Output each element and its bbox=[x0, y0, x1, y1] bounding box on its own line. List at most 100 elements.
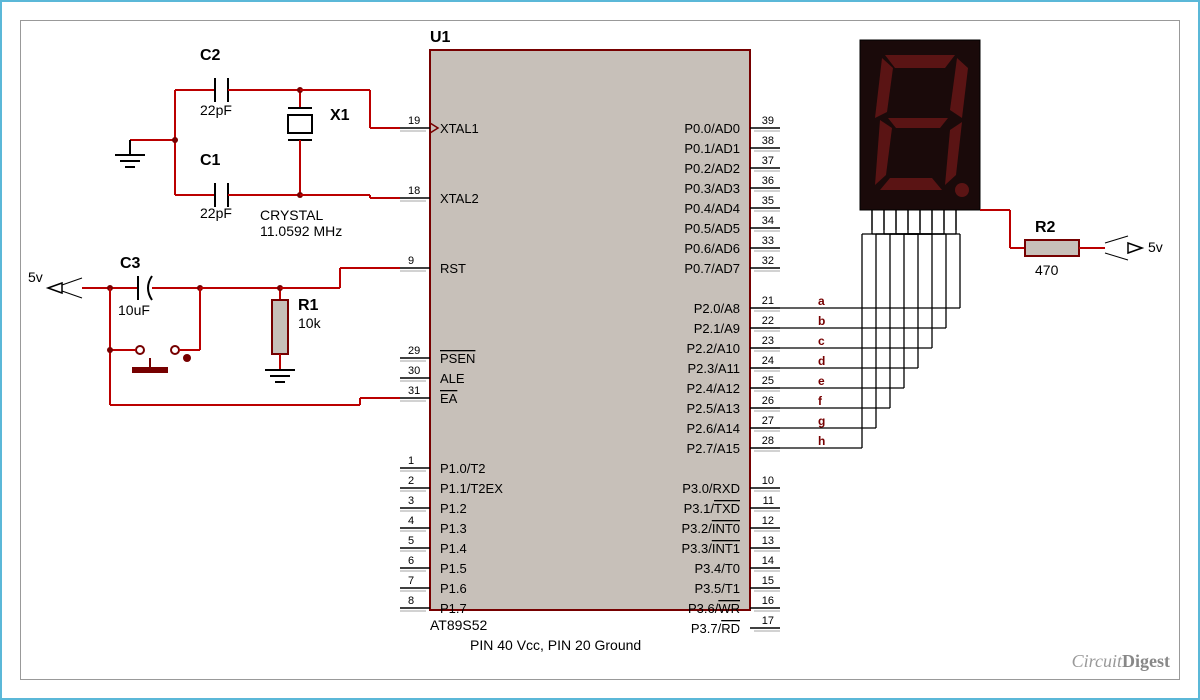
svg-text:33: 33 bbox=[762, 235, 774, 247]
svg-text:P2.4/A12: P2.4/A12 bbox=[687, 381, 741, 396]
svg-text:9: 9 bbox=[408, 255, 414, 267]
svg-text:P1.2: P1.2 bbox=[440, 501, 467, 516]
u1-part: AT89S52 bbox=[430, 617, 488, 633]
svg-text:P3.5/T1: P3.5/T1 bbox=[694, 581, 740, 596]
svg-text:PSEN: PSEN bbox=[440, 351, 475, 366]
svg-text:a: a bbox=[818, 294, 825, 308]
oscillator-network: C2 22pF C1 22pF X1 CRYSTAL 11.0592 MHz bbox=[115, 47, 400, 239]
x1-val1: CRYSTAL bbox=[260, 207, 323, 223]
svg-text:19: 19 bbox=[408, 115, 420, 127]
svg-text:39: 39 bbox=[762, 115, 774, 127]
c3-ref: C3 bbox=[120, 255, 141, 272]
x1-val2: 11.0592 MHz bbox=[260, 223, 342, 239]
svg-text:32: 32 bbox=[762, 255, 774, 267]
svg-text:24: 24 bbox=[762, 355, 774, 367]
svg-text:P0.4/AD4: P0.4/AD4 bbox=[684, 201, 740, 216]
svg-text:P2.7/A15: P2.7/A15 bbox=[687, 441, 741, 456]
svg-text:ALE: ALE bbox=[440, 371, 465, 386]
c2-val: 22pF bbox=[200, 102, 232, 118]
reset-network: 5v C3 10uF R1 10k bbox=[28, 255, 400, 405]
svg-text:3: 3 bbox=[408, 495, 414, 507]
svg-text:P0.1/AD1: P0.1/AD1 bbox=[684, 141, 740, 156]
power-5v-right-icon bbox=[1105, 236, 1142, 260]
svg-text:d: d bbox=[818, 354, 825, 368]
svg-text:25: 25 bbox=[762, 375, 774, 387]
svg-text:16: 16 bbox=[762, 595, 774, 607]
svg-text:37: 37 bbox=[762, 155, 774, 167]
svg-text:e: e bbox=[818, 374, 825, 388]
svg-text:10: 10 bbox=[762, 475, 774, 487]
svg-text:23: 23 bbox=[762, 335, 774, 347]
power-5v-left-icon bbox=[48, 278, 82, 298]
svg-text:P0.7/AD7: P0.7/AD7 bbox=[684, 261, 740, 276]
svg-text:P0.5/AD5: P0.5/AD5 bbox=[684, 221, 740, 236]
c1-ref: C1 bbox=[200, 152, 221, 169]
svg-text:b: b bbox=[818, 314, 825, 328]
ground-icon bbox=[115, 140, 145, 167]
segment-bus-wires: abcdefgh bbox=[780, 230, 960, 448]
svg-text:P1.0/T2: P1.0/T2 bbox=[440, 461, 486, 476]
svg-text:P0.2/AD2: P0.2/AD2 bbox=[684, 161, 740, 176]
display-power-network: R2 470 5v bbox=[980, 210, 1163, 278]
svg-text:14: 14 bbox=[762, 555, 774, 567]
schematic-canvas: U1 AT89S52 PIN 40 Vcc, PIN 20 Ground 19X… bbox=[0, 0, 1200, 700]
svg-text:h: h bbox=[818, 434, 825, 448]
svg-text:1: 1 bbox=[408, 455, 414, 467]
svg-text:P0.3/AD3: P0.3/AD3 bbox=[684, 181, 740, 196]
svg-text:P3.3/INT1: P3.3/INT1 bbox=[681, 541, 740, 556]
svg-text:P3.0/RXD: P3.0/RXD bbox=[682, 481, 740, 496]
svg-text:P1.1/T2EX: P1.1/T2EX bbox=[440, 481, 503, 496]
svg-text:7: 7 bbox=[408, 575, 414, 587]
u1-ref: U1 bbox=[430, 29, 451, 46]
svg-text:2: 2 bbox=[408, 475, 414, 487]
c1-val: 22pF bbox=[200, 205, 232, 221]
power-5v-right-label: 5v bbox=[1148, 239, 1163, 255]
svg-text:4: 4 bbox=[408, 515, 414, 527]
power-5v-left-label: 5v bbox=[28, 269, 43, 285]
svg-text:P0.6/AD6: P0.6/AD6 bbox=[684, 241, 740, 256]
svg-text:P1.6: P1.6 bbox=[440, 581, 467, 596]
svg-text:P3.4/T0: P3.4/T0 bbox=[694, 561, 740, 576]
r2-ref: R2 bbox=[1035, 219, 1056, 236]
svg-text:15: 15 bbox=[762, 575, 774, 587]
ground-icon bbox=[265, 370, 295, 382]
svg-text:38: 38 bbox=[762, 135, 774, 147]
svg-text:5: 5 bbox=[408, 535, 414, 547]
r1-val: 10k bbox=[298, 315, 322, 331]
svg-text:XTAL2: XTAL2 bbox=[440, 191, 479, 206]
svg-text:31: 31 bbox=[408, 385, 420, 397]
svg-text:6: 6 bbox=[408, 555, 414, 567]
svg-text:P2.3/A11: P2.3/A11 bbox=[687, 361, 740, 376]
svg-text:P2.6/A14: P2.6/A14 bbox=[687, 421, 741, 436]
svg-text:P1.3: P1.3 bbox=[440, 521, 467, 536]
svg-text:XTAL1: XTAL1 bbox=[440, 121, 479, 136]
svg-text:30: 30 bbox=[408, 365, 420, 377]
svg-text:11: 11 bbox=[763, 495, 774, 507]
svg-text:c: c bbox=[818, 334, 825, 348]
c2-ref: C2 bbox=[200, 47, 221, 64]
svg-text:P3.7/RD: P3.7/RD bbox=[691, 621, 740, 636]
svg-text:P1.7: P1.7 bbox=[440, 601, 467, 616]
svg-text:P3.6/WR: P3.6/WR bbox=[688, 601, 740, 616]
svg-text:EA: EA bbox=[440, 391, 458, 406]
svg-text:P0.0/AD0: P0.0/AD0 bbox=[684, 121, 740, 136]
u1-note: PIN 40 Vcc, PIN 20 Ground bbox=[470, 637, 641, 653]
svg-text:P2.2/A10: P2.2/A10 bbox=[687, 341, 741, 356]
svg-text:P2.1/A9: P2.1/A9 bbox=[694, 321, 740, 336]
c3-val: 10uF bbox=[118, 302, 150, 318]
svg-text:27: 27 bbox=[762, 415, 774, 427]
watermark: CircuitDigest bbox=[1072, 651, 1170, 672]
svg-text:26: 26 bbox=[762, 395, 774, 407]
r2-val: 470 bbox=[1035, 262, 1059, 278]
svg-text:22: 22 bbox=[762, 315, 774, 327]
svg-text:34: 34 bbox=[762, 215, 774, 227]
svg-text:8: 8 bbox=[408, 595, 414, 607]
svg-text:12: 12 bbox=[762, 515, 774, 527]
svg-text:P3.1/TXD: P3.1/TXD bbox=[684, 501, 740, 516]
svg-text:21: 21 bbox=[762, 295, 774, 307]
svg-text:RST: RST bbox=[440, 261, 466, 276]
svg-text:P2.5/A13: P2.5/A13 bbox=[687, 401, 741, 416]
svg-text:g: g bbox=[818, 414, 825, 428]
svg-text:29: 29 bbox=[408, 345, 420, 357]
svg-text:18: 18 bbox=[408, 185, 420, 197]
